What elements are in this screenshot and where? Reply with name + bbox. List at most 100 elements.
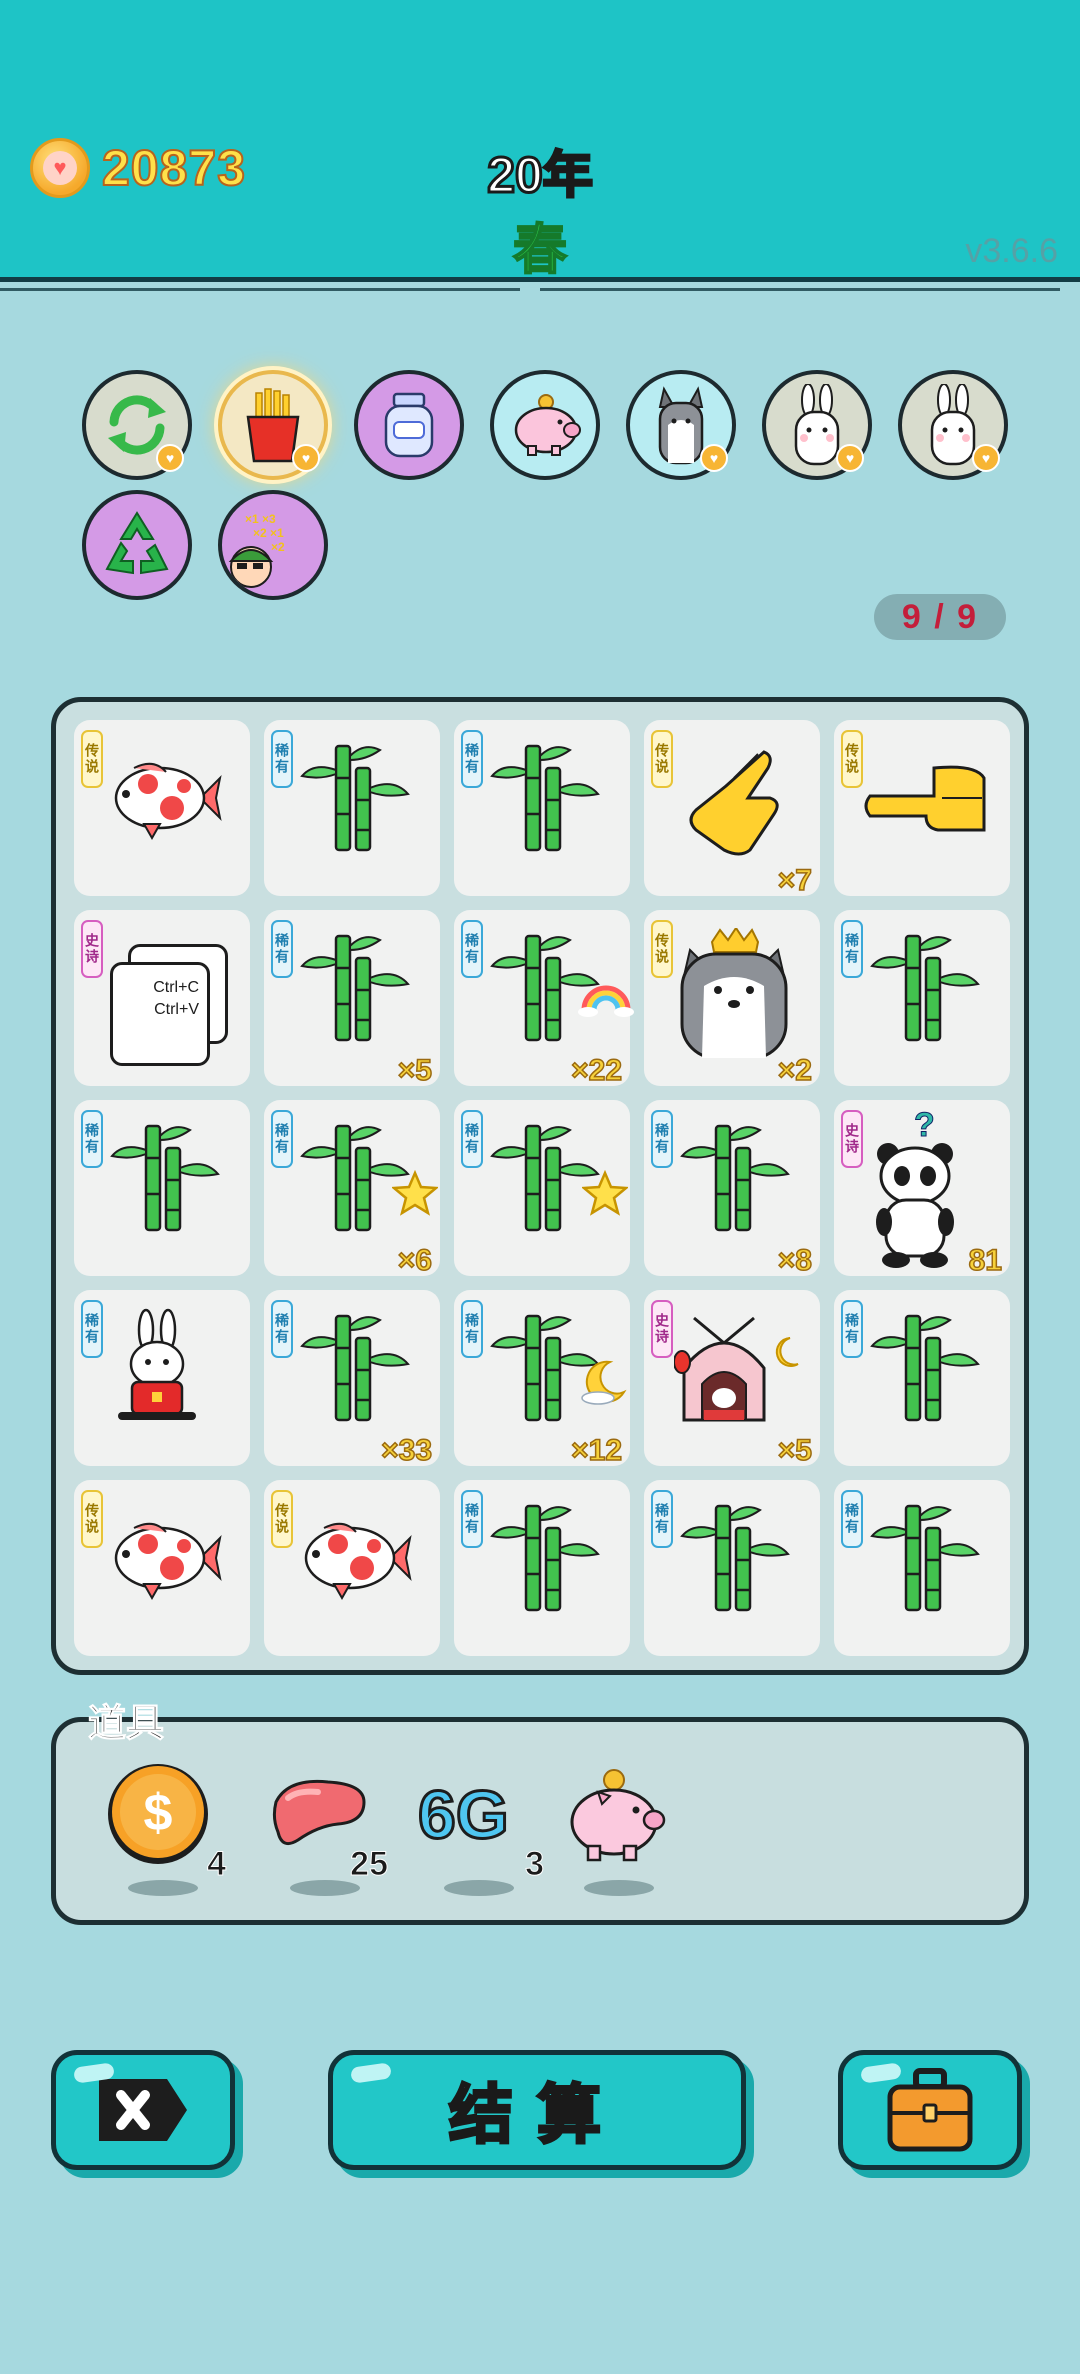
rarity-tag: 传说 [651, 730, 673, 788]
husky-icon[interactable]: ♥ [626, 370, 736, 480]
heart-badge-icon: ♥ [972, 444, 1000, 472]
fries-icon[interactable]: ♥ [218, 370, 328, 480]
rarity-tag: 传说 [81, 1490, 103, 1548]
heart-badge-icon: ♥ [836, 444, 864, 472]
board-cell[interactable]: 稀有 [454, 1100, 630, 1276]
inventory-button[interactable] [838, 2050, 1022, 2170]
6g-icon[interactable]: 6G 3 [414, 1762, 545, 1896]
rabbit-red-icon [104, 1308, 244, 1448]
board-cell[interactable]: 稀有 [264, 720, 440, 896]
season-label: 春 [512, 219, 568, 281]
bamboo-rainbow-icon [484, 928, 634, 1068]
board-cell[interactable]: 稀有 [834, 910, 1010, 1086]
board-cell[interactable]: 稀有 [644, 1480, 820, 1656]
props-title: 道具 [87, 1703, 165, 1746]
board-cell[interactable]: 稀有 [834, 1290, 1010, 1466]
heart-badge-icon: ♥ [292, 444, 320, 472]
bamboo-moon-icon [484, 1308, 627, 1448]
rabbit-icon[interactable]: ♥ [762, 370, 872, 480]
panda-icon: ? [864, 1106, 1004, 1268]
board-cell[interactable]: 稀有 [454, 720, 630, 896]
board-grid: 传说 稀有 稀有 传说 ×7 传说 史诗 Ctrl+C Ctrl+V 稀有 ×5… [74, 720, 1010, 1656]
rarity-tag: 稀有 [271, 730, 293, 788]
cell-count: ×6 [397, 1243, 433, 1278]
bamboo-icon [864, 928, 1004, 1068]
board-cell[interactable]: 传说 ×2 [644, 910, 820, 1088]
board-cell[interactable]: 稀有 ×8 [644, 1100, 820, 1278]
cell-count: ×22 [570, 1053, 622, 1088]
board-cell[interactable]: 传说 ×7 [644, 720, 820, 898]
board-cell[interactable]: 传说 [74, 720, 250, 896]
rarity-tag: 稀有 [271, 1300, 293, 1358]
board-cell[interactable]: 稀有 ×33 [264, 1290, 440, 1468]
rarity-tag: 稀有 [461, 1490, 483, 1548]
koi-icon [104, 1498, 244, 1638]
ctrl-icon: Ctrl+C Ctrl+V [104, 928, 244, 1068]
board-cell[interactable]: 稀有 ×22 [454, 910, 634, 1088]
board-cell[interactable]: 传说 [74, 1480, 250, 1656]
settle-button[interactable]: 结算 [328, 2050, 746, 2170]
rarity-tag: 稀有 [271, 1110, 293, 1168]
bamboo-icon [674, 1498, 814, 1638]
rarity-tag: 史诗 [651, 1300, 673, 1358]
rabbit-icon[interactable]: ♥ [898, 370, 1008, 480]
koi-icon [104, 738, 244, 878]
cell-count: ×33 [380, 1433, 432, 1468]
6g-label: 6G [417, 1776, 511, 1855]
rarity-tag: 稀有 [841, 1300, 863, 1358]
piggy-bank-icon[interactable] [490, 370, 600, 480]
close-button[interactable] [51, 2050, 235, 2170]
jar-icon[interactable] [354, 370, 464, 480]
board-cell[interactable]: 传说 [264, 1480, 440, 1656]
close-icon [99, 2079, 187, 2141]
bamboo-icon [294, 928, 434, 1068]
rabbit-house-icon [673, 1308, 814, 1448]
board-cell[interactable]: 稀有 ×6 [264, 1100, 440, 1278]
board-cell[interactable]: 稀有 [454, 1480, 630, 1656]
cell-count: ×8 [777, 1243, 813, 1278]
prop-count: 3 [525, 1845, 545, 1884]
board-cell[interactable]: 稀有 ×5 [264, 910, 440, 1088]
rarity-tag: 稀有 [651, 1110, 673, 1168]
rarity-tag: 传说 [841, 730, 863, 788]
board-cell[interactable]: 稀有 [74, 1100, 250, 1276]
recycle-icon[interactable] [82, 490, 192, 600]
bamboo-icon [674, 1118, 814, 1258]
cell-count: ×5 [777, 1433, 813, 1468]
refresh-icon[interactable]: ♥ [82, 370, 192, 480]
dollar-coin-icon[interactable]: $ 4 [106, 1762, 226, 1896]
board-cell[interactable]: 史诗? 81 [834, 1100, 1010, 1278]
ctrl-v-label: Ctrl+V [154, 1001, 199, 1018]
cell-count: ×2 [777, 1053, 813, 1088]
version-label: v3.6.6 [965, 232, 1058, 270]
bamboo-icon [484, 1498, 624, 1638]
game-board: 传说 稀有 稀有 传说 ×7 传说 史诗 Ctrl+C Ctrl+V 稀有 ×5… [51, 697, 1029, 1675]
board-cell[interactable]: 稀有 ×12 [454, 1290, 630, 1468]
board-cell[interactable]: 稀有 [834, 1480, 1010, 1656]
rarity-tag: 传说 [271, 1490, 293, 1548]
cell-count: 81 [968, 1243, 1003, 1278]
board-cell[interactable]: 稀有 [74, 1290, 250, 1466]
multiplier-icon[interactable]: ×1 ×3 ×2 ×1 ×2 [218, 490, 328, 600]
bamboo-star-icon [484, 1118, 628, 1258]
item-icons-row-2: ×1 ×3 ×2 ×1 ×2 [82, 490, 1022, 600]
rarity-tag: 稀有 [651, 1490, 673, 1548]
cell-count: ×12 [570, 1433, 622, 1468]
liver-icon[interactable]: 25 [268, 1762, 389, 1896]
bamboo-star-icon [294, 1118, 438, 1258]
board-cell[interactable]: 传说 [834, 720, 1010, 896]
rarity-tag: 传说 [81, 730, 103, 788]
koi-icon [294, 1498, 434, 1638]
board-cell[interactable]: 史诗 Ctrl+C Ctrl+V [74, 910, 250, 1086]
bamboo-icon [864, 1498, 1004, 1638]
rarity-tag: 稀有 [841, 920, 863, 978]
board-cell[interactable]: 史诗 ×5 [644, 1290, 820, 1468]
heart-badge-icon: ♥ [156, 444, 184, 472]
rarity-tag: 稀有 [81, 1110, 103, 1168]
rarity-tag: 史诗 [81, 920, 103, 978]
cell-count: ×5 [397, 1053, 433, 1088]
prop-count: 25 [350, 1845, 389, 1884]
svg-text:×2: ×2 [271, 540, 285, 554]
piggy-bank-icon[interactable] [562, 1762, 692, 1896]
hand-point-icon [674, 738, 814, 878]
